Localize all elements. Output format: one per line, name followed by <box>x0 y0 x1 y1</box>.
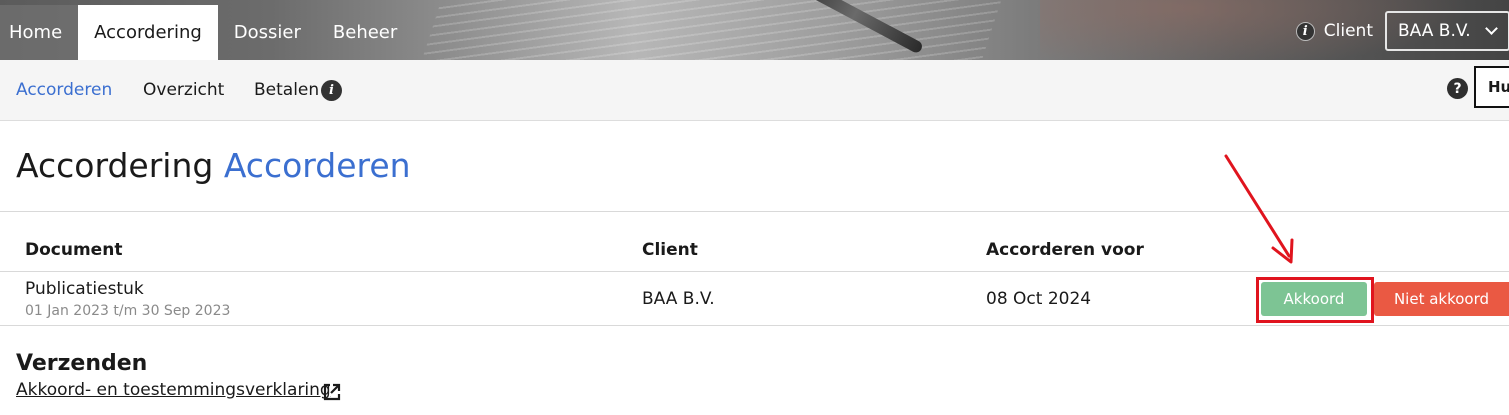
table-bottom-divider <box>0 325 1509 326</box>
info-icon[interactable]: i <box>321 80 342 101</box>
row-document-name: Publicatiestuk <box>25 279 144 299</box>
page-title: Accordering Accorderen <box>16 146 411 185</box>
column-header-document: Document <box>25 240 123 260</box>
tab-dossier[interactable]: Dossier <box>218 5 317 60</box>
tab-beheer[interactable]: Beheer <box>317 5 413 60</box>
client-select-value: BAA B.V. <box>1398 21 1471 41</box>
chevron-down-icon <box>1485 22 1498 35</box>
main-tabs: Home Accordering Dossier Beheer <box>0 5 413 60</box>
client-select[interactable]: BAA B.V. <box>1385 11 1509 51</box>
column-header-deadline: Accorderen voor <box>986 240 1144 260</box>
client-label: Client <box>1323 21 1373 41</box>
column-header-client: Client <box>642 240 698 260</box>
niet-akkoord-button[interactable]: Niet akkoord <box>1374 282 1509 316</box>
akkoord-button[interactable]: Akkoord <box>1261 282 1367 316</box>
akkoord-verklaring-link[interactable]: Akkoord- en toestemmingsverklaring <box>16 380 331 400</box>
row-document-period: 01 Jan 2023 t/m 30 Sep 2023 <box>25 303 231 319</box>
verzenden-heading: Verzenden <box>16 351 148 376</box>
table-header-divider <box>0 271 1509 272</box>
annotation-arrow <box>1224 154 1294 264</box>
help-icon[interactable]: ? <box>1447 78 1468 99</box>
subnav-item-betalen[interactable]: Betalen <box>254 60 319 121</box>
top-navigation-bar: Home Accordering Dossier Beheer i Client… <box>0 0 1509 60</box>
row-client: BAA B.V. <box>642 289 715 309</box>
subnav-item-accorderen[interactable]: Accorderen <box>16 60 112 121</box>
page-title-main: Accordering <box>16 146 214 185</box>
client-selector-area: i Client BAA B.V. <box>1295 11 1509 51</box>
info-icon[interactable]: i <box>1295 21 1315 41</box>
sub-navigation: Accorderen Overzicht Betalen i ? Hu <box>0 60 1509 121</box>
tab-home[interactable]: Home <box>0 5 79 60</box>
external-link-icon[interactable] <box>322 382 342 402</box>
truncated-header-button[interactable]: Hu <box>1474 66 1509 108</box>
tab-accordering[interactable]: Accordering <box>78 5 218 60</box>
row-deadline: 08 Oct 2024 <box>986 289 1092 309</box>
subnav-item-overzicht[interactable]: Overzicht <box>143 60 224 121</box>
page-title-accent: Accorderen <box>223 146 411 185</box>
